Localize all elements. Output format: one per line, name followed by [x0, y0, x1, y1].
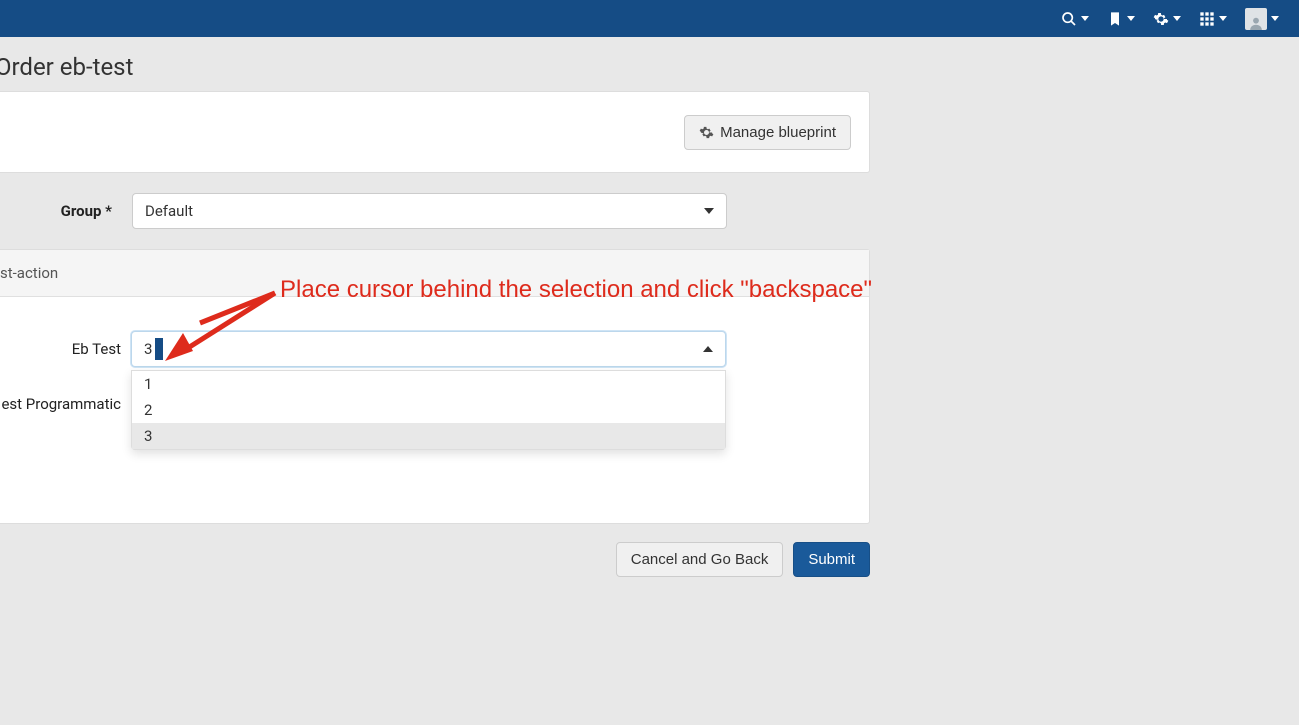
eb-test-options: 1 2 3 [131, 370, 726, 450]
nav-bookmark[interactable] [1107, 11, 1135, 27]
group-row: Group * Default [0, 173, 1299, 249]
programmatic-label: est Programmatic [0, 395, 131, 413]
nav-search[interactable] [1061, 11, 1089, 27]
caret-up-icon [703, 346, 713, 352]
blueprint-card: Manage blueprint [0, 91, 870, 173]
gear-icon [699, 125, 714, 140]
avatar [1245, 8, 1267, 30]
annotation-arrow [165, 283, 285, 373]
nav-settings[interactable] [1153, 11, 1181, 27]
caret-down-icon [1081, 16, 1089, 21]
eb-test-selected-value: 3 [144, 340, 154, 358]
footer-actions: Cancel and Go Back Submit [0, 524, 870, 577]
caret-down-icon [1127, 16, 1135, 21]
submit-button[interactable]: Submit [793, 542, 870, 577]
bookmark-icon [1107, 11, 1123, 27]
nav-user[interactable] [1245, 8, 1279, 30]
nav-apps[interactable] [1199, 11, 1227, 27]
eb-test-row: Eb Test 3 1 2 3 [0, 321, 869, 367]
option-1[interactable]: 1 [132, 371, 725, 397]
caret-down-icon [704, 208, 714, 214]
group-label: Group * [0, 202, 112, 220]
caret-down-icon [1271, 16, 1279, 21]
eb-test-selected-area: 3 [144, 338, 163, 360]
search-icon [1061, 11, 1077, 27]
text-cursor [155, 338, 163, 360]
group-dropdown[interactable]: Default [132, 193, 727, 229]
option-2[interactable]: 2 [132, 397, 725, 423]
cancel-button[interactable]: Cancel and Go Back [616, 542, 784, 577]
grid-icon [1199, 11, 1215, 27]
group-value: Default [145, 202, 193, 220]
option-3[interactable]: 3 [132, 423, 725, 449]
annotation-text: Place cursor behind the selection and cl… [280, 276, 872, 304]
page-title: Order eb-test [0, 37, 1299, 91]
caret-down-icon [1173, 16, 1181, 21]
manage-blueprint-button[interactable]: Manage blueprint [684, 115, 851, 150]
eb-test-label: Eb Test [0, 340, 131, 358]
caret-down-icon [1219, 16, 1227, 21]
gear-icon [1153, 11, 1169, 27]
user-icon [1249, 16, 1263, 30]
top-navbar [0, 0, 1299, 37]
manage-blueprint-label: Manage blueprint [720, 124, 836, 141]
